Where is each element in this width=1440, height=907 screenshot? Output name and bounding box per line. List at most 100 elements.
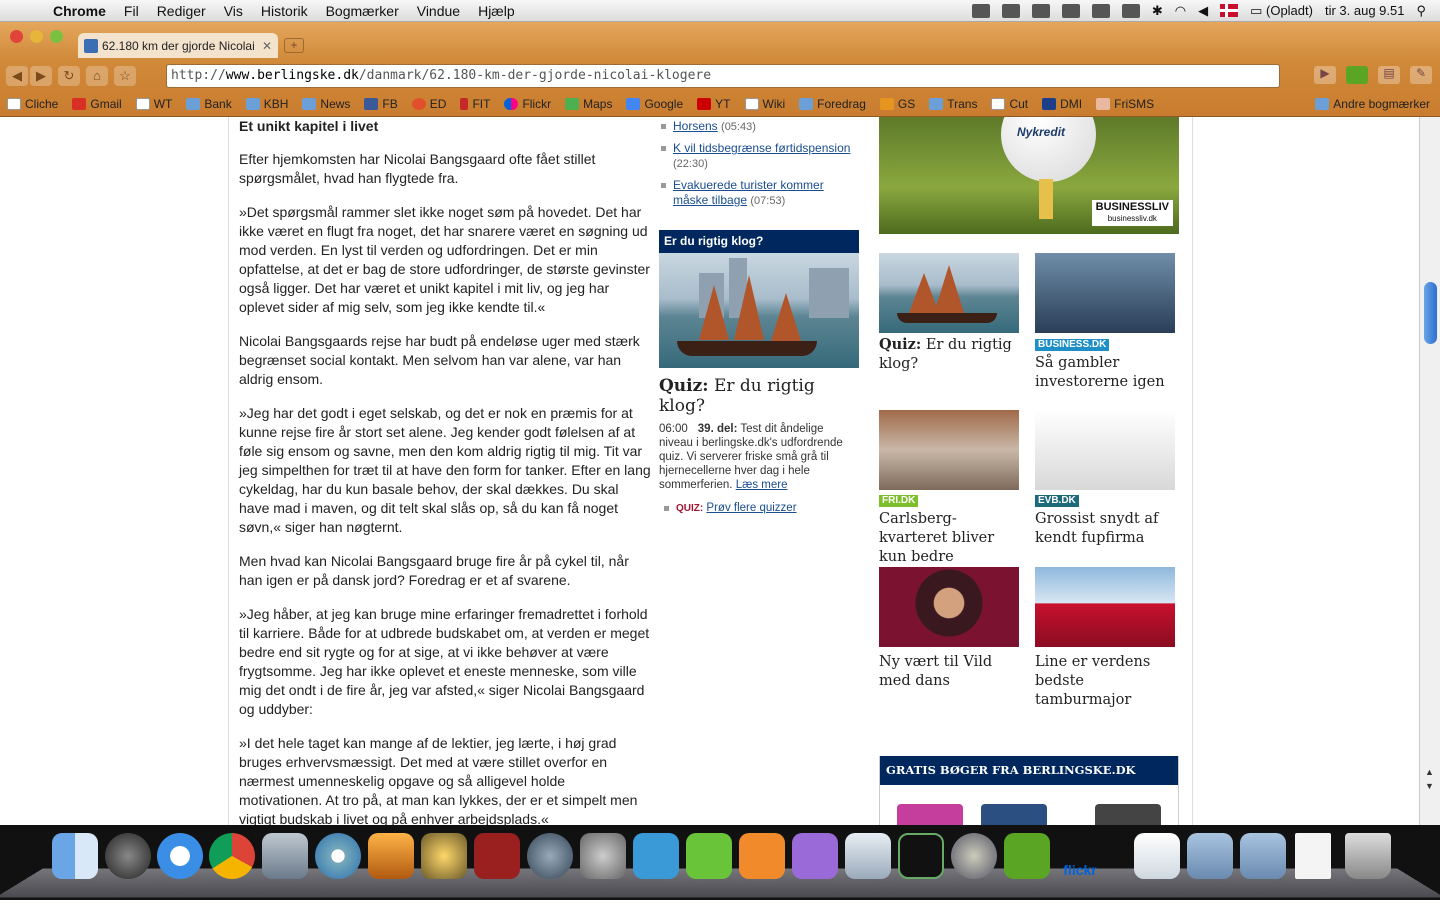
bookmark-cut[interactable]: Cut [984,97,1035,111]
powerpoint-app-icon[interactable] [739,833,785,879]
gratis-header[interactable]: GRATIS BØGER FRA BERLINGSKE.DK [880,756,1178,785]
documents-folder-icon[interactable] [1240,833,1286,879]
book-cover[interactable] [1095,804,1161,825]
home-button[interactable]: ⌂ [86,66,108,86]
paw-icon[interactable] [1061,3,1080,18]
calendar-icon[interactable] [971,3,990,18]
scroll-down-icon[interactable]: ▼ [1425,781,1434,791]
wifi-icon[interactable]: ◠ [1175,3,1186,19]
scroll-up-icon[interactable]: ▲ [1425,767,1434,777]
bookmark-gmail[interactable]: Gmail [65,97,128,111]
browser-tab[interactable]: 62.180 km der gjorde Nicolai ✕ [78,33,278,58]
close-window-icon[interactable] [10,30,23,43]
wrench-menu-icon[interactable]: ✎ [1410,66,1432,84]
clock[interactable]: tir 3. aug 9.51 [1325,3,1405,18]
nykredit-ad[interactable]: Nykredit BUSINESSLIV businessliv.dk [879,117,1179,234]
news-link[interactable]: Evakuerede turister kommer måske tilbage [673,178,824,207]
bookmark-dmi[interactable]: DMI [1035,97,1089,111]
menu-hjaelp[interactable]: Hjælp [469,3,524,19]
back-button[interactable]: ◀ [6,66,28,86]
junk-boat-image[interactable] [659,253,859,368]
bookmark-flickr[interactable]: Flickr [497,97,558,111]
zoom-window-icon[interactable] [50,30,63,43]
other-bookmarks[interactable]: Andre bogmærker [1308,97,1440,111]
safari-icon[interactable] [157,833,203,879]
go-button[interactable]: ▶ [1314,66,1336,84]
reload-button[interactable]: ↻ [58,66,80,86]
bookmark-news[interactable]: News [295,97,357,111]
evernote-dock-icon[interactable] [1004,833,1050,879]
bookmark-fb[interactable]: FB [357,97,404,111]
trash-icon[interactable] [1345,833,1391,879]
read-more-link[interactable]: Læs mere [736,479,788,491]
bookmark-frisms[interactable]: FriSMS [1089,97,1161,111]
mail-icon[interactable] [1001,3,1020,18]
file-stack-icon[interactable] [1295,833,1331,879]
tile-tamburmajor[interactable]: Line er verdens bedste tamburmajor [1035,567,1175,710]
dashboard-icon[interactable] [105,833,151,879]
applications-folder-icon[interactable] [1187,833,1233,879]
menu-historik[interactable]: Historik [252,3,317,19]
forward-button[interactable]: ▶ [30,66,52,86]
quiz-title[interactable]: Quiz: Er du rigtig klog? [659,376,859,416]
menu-vis[interactable]: Vis [215,3,252,19]
bookmark-yt[interactable]: YT [690,97,737,111]
chrome-icon[interactable] [209,833,255,879]
imovie-icon[interactable] [421,833,467,879]
new-tab-button[interactable]: + [284,38,304,53]
page-menu-icon[interactable]: ▤ [1378,66,1400,84]
bookmark-wt[interactable]: WT [129,97,180,111]
bookmark-gs[interactable]: GS [873,97,922,111]
itunes-icon[interactable] [315,833,361,879]
excel-app-icon[interactable] [686,833,732,879]
bluetooth-icon[interactable]: ✱ [1152,3,1163,19]
entourage-app-icon[interactable] [792,833,838,879]
volume-icon[interactable]: ◀ [1198,3,1208,19]
time-machine-dock-icon[interactable] [527,833,573,879]
battery-status[interactable]: ▭ (Opladt) [1250,3,1313,19]
evernote-tray-icon[interactable] [1031,3,1050,18]
bookmark-cliche[interactable]: Cliche [0,97,65,111]
tile-fri[interactable]: FRI.DK Carlsberg-kvarteret bliver kun be… [879,410,1019,567]
vertical-scrollbar[interactable]: ▲ ▼ [1419,117,1440,825]
news-link[interactable]: K vil tidsbegrænse førtidspension [673,141,850,155]
spotlight-icon[interactable]: ⚲ [1416,3,1426,19]
bookmark-foredrag[interactable]: Foredrag [792,97,873,111]
bookmark-ed[interactable]: ED [405,97,454,111]
tile-evb[interactable]: EVB.DK Grossist snydt af kendt fupfirma [1035,410,1175,548]
gender-app-icon[interactable] [951,833,997,879]
dictionary-icon[interactable] [474,833,520,879]
bookmark-bank[interactable]: Bank [179,97,238,111]
system-preferences-icon[interactable] [580,833,626,879]
bookmark-wiki[interactable]: Wiki [738,97,793,111]
tile-quiz[interactable]: Quiz: Er du rigtig klog? [879,253,1019,374]
menu-rediger[interactable]: Rediger [148,3,215,19]
more-quizzes-link[interactable]: Prøv flere quizzer [706,502,796,514]
tile-business[interactable]: BUSINESS.DK Så gambler investorerne igen [1035,253,1175,392]
danish-flag-icon[interactable] [1220,4,1239,17]
address-bar[interactable]: http://www.berlingske.dk/danmark/62.180-… [166,64,1280,88]
image-capture-icon[interactable] [368,833,414,879]
bookmark-trans[interactable]: Trans [922,97,984,111]
bookmark-maps[interactable]: Maps [558,97,619,111]
flickr-uploader-icon[interactable]: flickr [1057,833,1103,879]
bookmark-google[interactable]: Google [619,97,690,111]
menu-bogmaerker[interactable]: Bogmærker [317,3,408,19]
bookmark-star-icon[interactable]: ☆ [114,66,136,86]
tile-vild-med-dans[interactable]: Ny vært til Vild med dans [879,567,1019,691]
scrollbar-thumb[interactable] [1424,282,1437,344]
book-cover[interactable] [897,804,963,825]
time-machine-icon[interactable] [1121,3,1140,18]
display-icon[interactable] [1091,3,1110,18]
menu-app[interactable]: Chrome [44,3,115,19]
word-app-icon[interactable] [633,833,679,879]
close-tab-icon[interactable]: ✕ [262,39,272,53]
book-cover[interactable] [981,804,1047,825]
bookmark-kbh[interactable]: KBH [239,97,296,111]
activity-monitor-icon[interactable] [898,833,944,879]
finder-icon[interactable] [52,833,98,879]
minimize-window-icon[interactable] [30,30,43,43]
menu-fil[interactable]: Fil [115,3,148,19]
menu-vindue[interactable]: Vindue [408,3,469,19]
iphoto-icon[interactable] [262,833,308,879]
